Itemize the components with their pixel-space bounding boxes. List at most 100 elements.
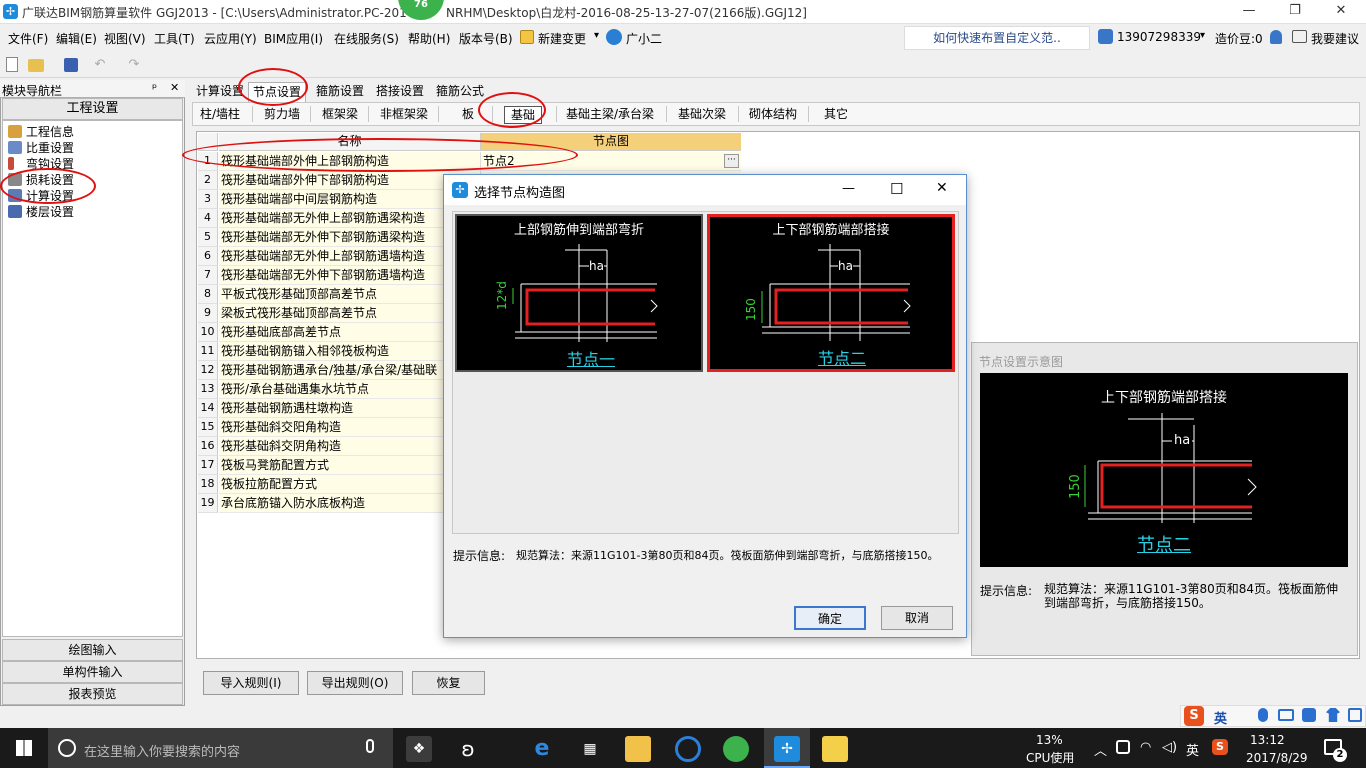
menu-edit[interactable]: 编辑(E) <box>56 30 97 47</box>
mic-icon[interactable] <box>1258 708 1268 722</box>
import-rules-button[interactable]: 导入规则(I) <box>203 671 299 695</box>
nav-drawing-input[interactable]: 绘图输入 <box>2 639 183 661</box>
task-view-icon[interactable]: ❖ <box>406 736 432 762</box>
tip-link[interactable]: 如何快速布置自定义范.. <box>904 26 1090 50</box>
menu-online[interactable]: 在线服务(S) <box>334 30 399 47</box>
tab-stirrup-formula[interactable]: 箍筋公式 <box>432 82 488 102</box>
wifi-icon[interactable]: ◠ <box>1140 740 1151 755</box>
suggest-button[interactable]: 我要建议 <box>1311 30 1359 47</box>
row-number: 12 <box>198 361 218 380</box>
divider <box>368 106 369 122</box>
redo-icon[interactable]: ↷ <box>126 57 142 73</box>
menu-help[interactable]: 帮助(H) <box>408 30 450 47</box>
close-button[interactable]: ✕ <box>1318 0 1364 24</box>
ellipsis-button[interactable]: ··· <box>724 154 739 168</box>
window-title-tail: NRHM\Desktop\白龙村-2016-08-25-13-27-07(216… <box>446 6 807 20</box>
restore-button[interactable]: 恢复 <box>412 671 485 695</box>
save-icon[interactable] <box>64 58 78 72</box>
keyboard-icon[interactable] <box>1278 709 1294 721</box>
menu-bim[interactable]: BIM应用(I) <box>264 30 323 47</box>
bell-icon[interactable] <box>1270 30 1282 44</box>
app-icon[interactable] <box>675 736 701 762</box>
dialog-maximize-button[interactable]: ☐ <box>890 180 903 198</box>
divider <box>738 106 739 122</box>
clock-date[interactable]: 2017/8/29 <box>1246 751 1308 765</box>
dialog-close-button[interactable]: ✕ <box>936 180 948 196</box>
maximize-button[interactable]: ❐ <box>1272 0 1318 24</box>
subtab-column[interactable]: 柱/墙柱 <box>200 106 240 124</box>
file-explorer-icon[interactable] <box>625 736 651 762</box>
preview-title: 节点设置示意图 <box>979 355 1064 369</box>
open-folder-icon[interactable] <box>28 59 44 72</box>
edge-icon[interactable]: e <box>529 736 555 762</box>
ime-toolbar <box>1180 705 1366 727</box>
sogou-icon[interactable]: S <box>1184 706 1204 726</box>
nav-item-floor[interactable]: 楼层设置 <box>8 203 74 219</box>
nav-component-input[interactable]: 单构件输入 <box>2 661 183 683</box>
subtab-other[interactable]: 其它 <box>824 106 848 124</box>
ime-lang-toggle[interactable]: 英 <box>1214 708 1227 727</box>
ok-button[interactable]: 确定 <box>794 606 866 630</box>
menu-version[interactable]: 版本号(B) <box>459 30 513 47</box>
volume-icon[interactable]: ◁) <box>1162 740 1177 755</box>
nav-item-density[interactable]: 比重设置 <box>8 139 74 155</box>
menu-new-change[interactable]: 新建变更 <box>538 30 586 47</box>
subtab-masonry[interactable]: 砌体结构 <box>749 106 797 124</box>
nav-close-icon[interactable]: ✕ <box>170 81 179 94</box>
lang-indicator[interactable]: 英 <box>1186 740 1199 759</box>
nav-report-preview[interactable]: 报表预览 <box>2 683 183 705</box>
minimize-button[interactable]: — <box>1226 0 1272 24</box>
user-phone[interactable]: 13907298339 <box>1117 30 1201 44</box>
chevron-up-icon[interactable]: ︿ <box>1094 740 1107 759</box>
subtab-shear-wall[interactable]: 剪力墙 <box>264 106 300 124</box>
row-name: 筏形基础端部无外伸上部钢筋遇墙构造 <box>219 247 481 266</box>
network-icon[interactable] <box>1116 740 1130 754</box>
cpu-percent: 13% <box>1036 733 1063 747</box>
chevron-down-icon[interactable]: ▾ <box>594 30 599 41</box>
menu-tools[interactable]: 工具(T) <box>154 30 195 47</box>
subtab-nonframe-beam[interactable]: 非框架梁 <box>380 106 428 124</box>
menu-view[interactable]: 视图(V) <box>104 30 146 47</box>
dialog-tip-text: 规范算法：来源11G101-3第80页和84页。筏板面筋伸到端部弯折，与底筋搭接… <box>516 549 939 562</box>
glodon-app-icon[interactable]: ✢ <box>774 736 800 762</box>
divider <box>666 106 667 122</box>
row-number: 4 <box>198 209 218 228</box>
new-file-icon[interactable] <box>6 57 18 72</box>
menu-cloud[interactable]: 云应用(Y) <box>204 30 257 47</box>
preview-dim-150: 150 <box>1068 474 1083 499</box>
browser-app-icon[interactable]: ʚ <box>455 736 481 762</box>
grid-menu-icon[interactable] <box>1348 708 1362 722</box>
clock-time[interactable]: 13:12 <box>1250 733 1285 747</box>
chevron-down-icon[interactable]: ▾ <box>1200 30 1205 41</box>
node-option-1[interactable]: 上部钢筋伸到端部弯折 ha 12*d 节点一 <box>455 214 703 372</box>
row-number: 5 <box>198 228 218 247</box>
subtab-foundation-main-beam[interactable]: 基础主梁/承台梁 <box>566 106 654 124</box>
option1-dim-ha: ha <box>589 259 604 273</box>
node-option-2[interactable]: 上下部钢筋端部搭接 ha 150 节点二 <box>707 214 955 372</box>
store-icon[interactable]: ▦ <box>577 736 603 762</box>
menu-file[interactable]: 文件(F) <box>8 30 48 47</box>
row-number: 7 <box>198 266 218 285</box>
update-app-icon[interactable] <box>723 736 749 762</box>
toolbox-icon[interactable] <box>1302 708 1316 722</box>
sogou-tray-icon[interactable]: S <box>1212 739 1228 755</box>
menu-assistant[interactable]: 广小二 <box>626 30 662 47</box>
cancel-button[interactable]: 取消 <box>881 606 953 630</box>
mic-icon[interactable] <box>366 739 374 753</box>
dialog-minimize-button[interactable]: — <box>842 181 855 196</box>
tab-stirrup-settings[interactable]: 箍筋设置 <box>312 82 368 102</box>
windows-start-icon[interactable] <box>16 740 32 756</box>
row-number: 16 <box>198 437 218 456</box>
subtab-foundation-secondary-beam[interactable]: 基础次梁 <box>678 106 726 124</box>
nav-item-project-info[interactable]: 工程信息 <box>8 123 74 139</box>
undo-icon[interactable]: ↶ <box>92 57 108 73</box>
notes-app-icon[interactable] <box>822 736 848 762</box>
subtab-slab[interactable]: 板 <box>462 106 474 124</box>
export-rules-button[interactable]: 导出规则(O) <box>307 671 403 695</box>
subtab-frame-beam[interactable]: 框架梁 <box>322 106 358 124</box>
nav-tab-project-settings[interactable]: 工程设置 <box>2 98 183 120</box>
tab-lap-settings[interactable]: 搭接设置 <box>372 82 428 102</box>
assistant-icon <box>606 29 622 45</box>
coins-label: 造价豆:0 <box>1215 32 1263 46</box>
pin-icon[interactable]: ᵖ <box>152 81 157 95</box>
